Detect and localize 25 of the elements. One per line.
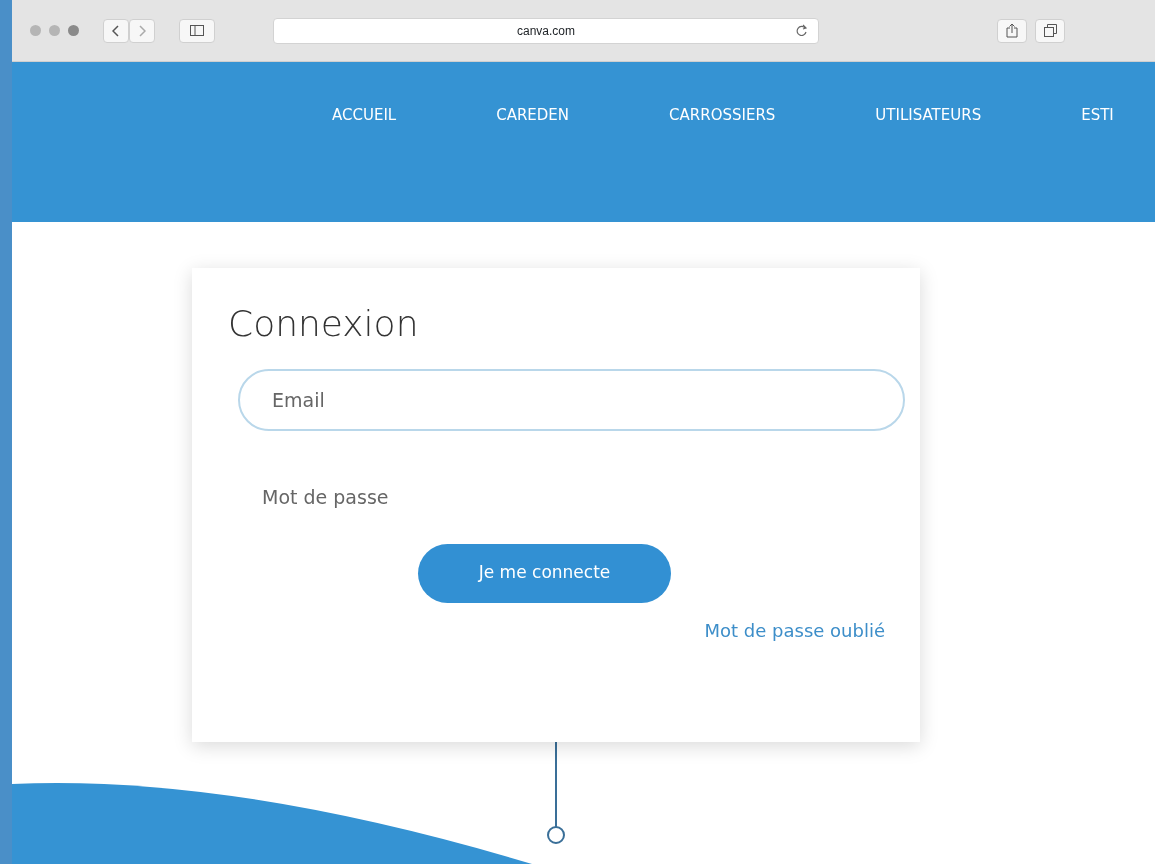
url-text: canva.com (517, 22, 575, 40)
nav-link[interactable]: UTILISATEURS (875, 104, 982, 222)
back-icon (112, 24, 120, 37)
login-title: Connexion (228, 302, 420, 346)
window-button[interactable] (49, 25, 60, 36)
email-field[interactable]: Email (238, 369, 905, 432)
nav-link[interactable]: ACCUEIL (332, 104, 397, 222)
sidebar-icon (190, 25, 204, 36)
tabs-button[interactable] (1035, 18, 1065, 43)
login-button[interactable]: Je me connecte (418, 543, 671, 603)
nav-link[interactable]: CAREDEN (496, 104, 570, 222)
forgot-password-link[interactable]: Mot de passe oublié (228, 616, 885, 644)
sidebar-button[interactable] (179, 18, 215, 43)
tabs-icon (1043, 24, 1057, 37)
share-button[interactable] (997, 18, 1027, 43)
address-bar[interactable]: canva.com (273, 17, 819, 44)
nav-link[interactable]: ESTI (1081, 104, 1114, 222)
back-button[interactable] (103, 18, 129, 43)
window-button[interactable] (30, 25, 41, 36)
window-button[interactable] (68, 25, 79, 36)
nav-link[interactable]: CARROSSIERS (669, 104, 776, 222)
forward-button[interactable] (129, 18, 155, 43)
reload-icon[interactable] (796, 23, 808, 37)
share-icon (1006, 23, 1018, 38)
forward-icon (138, 24, 146, 37)
